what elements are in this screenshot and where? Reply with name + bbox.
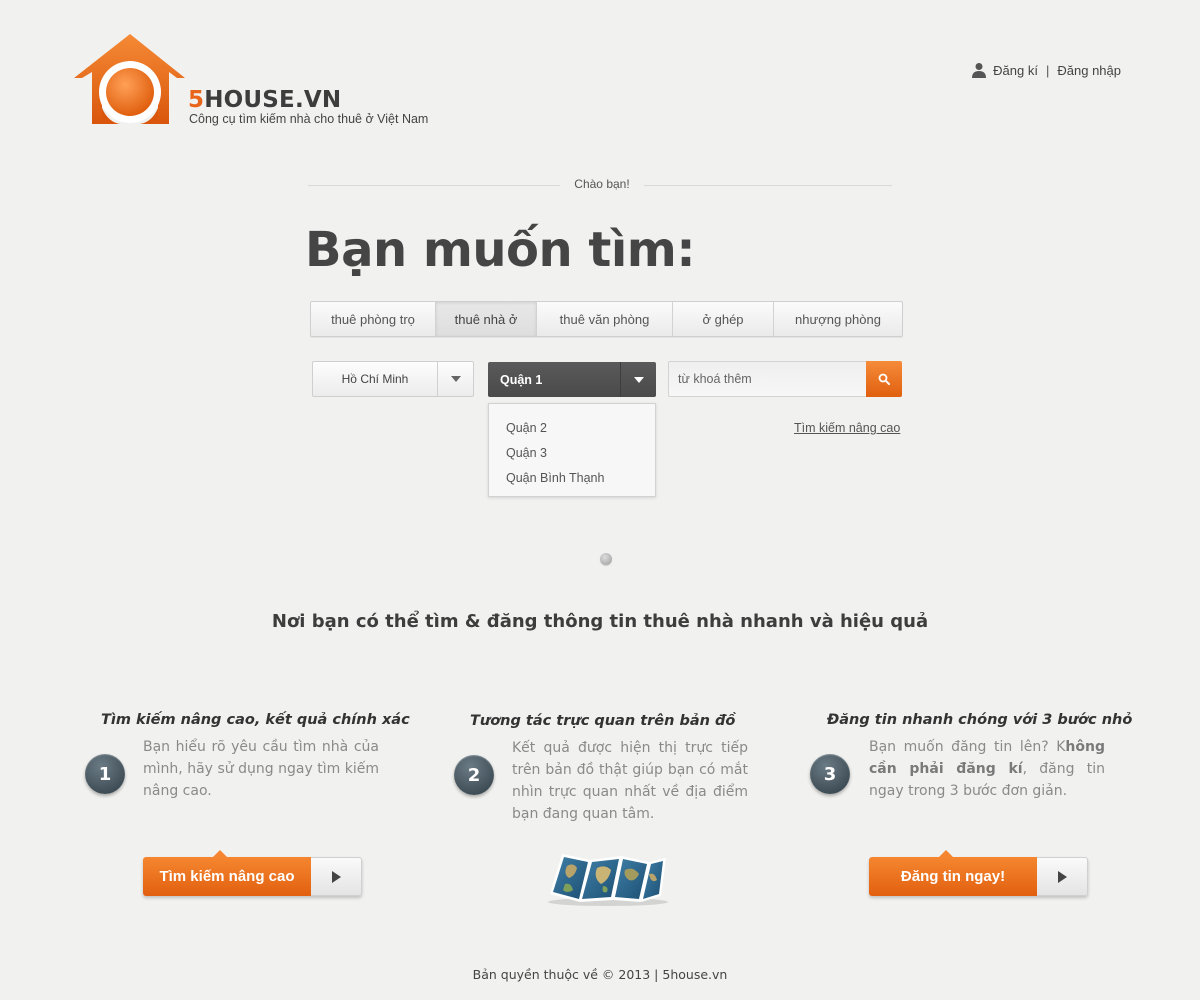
user-icon	[972, 63, 987, 78]
auth-separator: |	[1045, 62, 1050, 78]
logo[interactable]: 5HOUSE.VN Công cụ tìm kiếm nhà cho thuê …	[72, 34, 452, 134]
greeting: Chào bạn!	[560, 177, 644, 191]
keyword-input[interactable]	[669, 362, 866, 396]
district-dropdown-menu: Quận 2 Quận 3 Quận Bình Thạnh	[488, 403, 656, 497]
tab-thue-phong-tro[interactable]: thuê phòng trọ	[311, 302, 436, 336]
category-tabs: thuê phòng trọ thuê nhà ở thuê văn phòng…	[310, 301, 903, 337]
district-option[interactable]: Quận Bình Thạnh	[489, 465, 655, 490]
tab-thue-nha-o[interactable]: thuê nhà ở	[436, 302, 537, 336]
search-button[interactable]	[866, 361, 902, 397]
feature-1-title: Tìm kiếm nâng cao, kết quả chính xác	[101, 712, 410, 728]
city-dropdown-toggle[interactable]	[437, 362, 473, 396]
advanced-search-button-label: Tìm kiếm nâng cao	[143, 850, 311, 896]
brand-name: 5HOUSE.VN	[188, 87, 342, 113]
login-link[interactable]: Đăng nhập	[1057, 63, 1121, 78]
feature-3-text: Bạn muốn đăng tin lên? Không cần phải đă…	[869, 739, 1106, 799]
play-icon-box	[311, 857, 362, 896]
step-2-badge: 2	[454, 755, 494, 795]
tab-nhuong-phong[interactable]: nhượng phòng	[774, 302, 902, 336]
post-listing-button-label: Đăng tin ngay!	[869, 850, 1037, 896]
slider-dot[interactable]	[600, 553, 612, 565]
chevron-down-icon	[633, 376, 644, 383]
register-link[interactable]: Đăng kí	[993, 63, 1038, 78]
section-tagline: Nơi bạn có thể tìm & đăng thông tin thuê…	[271, 611, 929, 632]
city-select[interactable]: Hồ Chí Minh	[312, 361, 474, 397]
feature-2-text: Kết quả được hiện thị trực tiếp trên bản…	[512, 740, 748, 822]
search-icon	[878, 373, 890, 385]
house-logo-icon	[74, 34, 185, 124]
chevron-down-icon	[450, 376, 461, 382]
brand-tagline: Công cụ tìm kiếm nhà cho thuê ở Việt Nam	[189, 112, 429, 126]
district-select-value: Quận 1	[500, 372, 543, 387]
keyword-field	[668, 361, 866, 397]
step-1-badge: 1	[85, 754, 125, 794]
district-option[interactable]: Quận 2	[489, 415, 655, 440]
district-select[interactable]: Quận 1	[488, 362, 656, 397]
tab-o-ghep[interactable]: ở ghép	[673, 302, 774, 336]
play-icon	[1057, 870, 1067, 883]
advanced-search-link[interactable]: Tìm kiếm nâng cao	[794, 421, 900, 435]
tab-thue-van-phong[interactable]: thuê văn phòng	[537, 302, 673, 336]
footer-copyright: Bản quyền thuộc về © 2013 | 5house.vn	[472, 967, 728, 982]
advanced-search-button[interactable]: Tìm kiếm nâng cao	[143, 850, 362, 896]
feature-2-title: Tương tác trực quan trên bản đồ	[470, 713, 736, 729]
city-select-value: Hồ Chí Minh	[341, 372, 409, 386]
play-icon	[331, 870, 341, 883]
page-title: Bạn muốn tìm:	[305, 222, 696, 278]
post-listing-button[interactable]: Đăng tin ngay!	[869, 850, 1088, 896]
step-3-badge: 3	[810, 754, 850, 794]
feature-1-text: Bạn hiểu rõ yêu cầu tìm nhà của mình, hã…	[143, 739, 379, 799]
auth-links: Đăng kí | Đăng nhập	[971, 62, 1121, 78]
feature-3-title: Đăng tin nhanh chóng với 3 bước nhỏ	[827, 712, 1133, 728]
district-dropdown-toggle[interactable]	[620, 362, 656, 397]
district-option[interactable]: Quận 3	[489, 440, 655, 465]
folded-map-icon	[548, 854, 668, 906]
play-icon-box	[1037, 857, 1088, 896]
